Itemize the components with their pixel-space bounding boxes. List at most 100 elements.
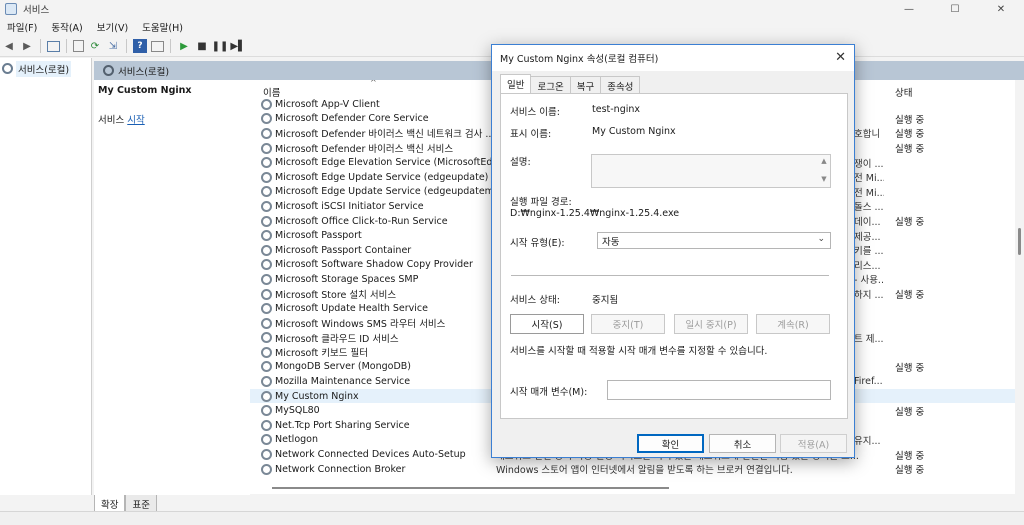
service-description-cell: 데이...	[854, 217, 881, 229]
menu-help[interactable]: 도움말(H)	[135, 20, 190, 34]
show-hide-action-pane-icon[interactable]	[151, 40, 164, 52]
gear-icon	[261, 288, 272, 300]
gear-icon	[261, 376, 272, 388]
service-description-cell: 리스...	[854, 260, 881, 272]
close-icon[interactable]: ✕	[835, 50, 846, 65]
gear-icon	[261, 390, 272, 402]
service-status-cell: 실행 중	[895, 362, 925, 374]
gear-icon	[261, 317, 272, 329]
apply-button[interactable]: 적용(A)	[780, 434, 847, 453]
gear-icon	[103, 65, 114, 76]
service-description-cell: - 사용...	[854, 275, 884, 287]
resume-button[interactable]: 계속(R)	[756, 314, 830, 334]
start-params-hint: 서비스를 시작할 때 적용할 시작 매개 변수를 지정할 수 있습니다.	[510, 346, 768, 357]
service-name-cell: Microsoft Store 설치 서비스	[275, 290, 397, 302]
console-tree-icon[interactable]	[47, 40, 60, 52]
description-field[interactable]: ▲ ▼	[591, 154, 831, 188]
menu-file[interactable]: 파일(F)	[0, 20, 44, 34]
service-name-cell: Microsoft 클라우드 ID 서비스	[275, 333, 399, 345]
properties-dialog: My Custom Nginx 속성(로컬 컴퓨터) ✕ 일반 로그온 복구 종…	[491, 44, 855, 458]
service-name-cell: Net.Tcp Port Sharing Service	[275, 419, 410, 431]
textarea-scroll-icon[interactable]: ▲ ▼	[820, 157, 828, 185]
restart-icon[interactable]: ▶▌	[230, 39, 245, 53]
scrollbar-thumb[interactable]	[1018, 228, 1021, 255]
chevron-down-icon: ⌄	[817, 234, 825, 244]
start-params-input[interactable]	[607, 380, 831, 400]
service-description-cell: 키를 ...	[854, 246, 884, 258]
back-arrow-icon[interactable]: ◀	[2, 39, 16, 53]
service-status-value: 중지됨	[592, 295, 619, 306]
play-icon[interactable]: ▶	[177, 39, 191, 53]
gear-icon	[261, 449, 272, 461]
dialog-title-bar: My Custom Nginx 속성(로컬 컴퓨터) ✕	[492, 45, 854, 71]
service-name-cell: MySQL80	[275, 405, 320, 417]
gear-icon	[261, 434, 272, 446]
table-row[interactable]: Network Connection Broker Windows 스토어 앱이 …	[250, 462, 1015, 477]
tree-item-services-local[interactable]: 서비스(로컬)	[2, 60, 91, 77]
pause-icon[interactable]: ❚❚	[212, 39, 229, 53]
export-list-icon[interactable]: ⇲	[106, 39, 120, 53]
start-params-label: 시작 매개 변수(M):	[510, 387, 588, 398]
service-status-cell: 실행 중	[895, 465, 925, 477]
exe-path-value: D:₩nginx-1.25.4₩nginx-1.25.4.exe	[510, 208, 680, 219]
refresh-icon[interactable]: ⟳	[88, 39, 102, 53]
toolbar-divider	[40, 39, 41, 53]
service-description-cell: Windows 스토어 앱이 인터넷에서 알림을 받도록 하는 브로커 연결입니…	[496, 465, 793, 477]
ok-button[interactable]: 확인	[637, 434, 704, 453]
menu-view[interactable]: 보기(V)	[90, 20, 135, 34]
gear-icon	[261, 463, 272, 475]
help-icon[interactable]: ?	[133, 39, 147, 53]
vertical-scrollbar[interactable]	[1015, 80, 1024, 495]
toolbar-divider	[126, 39, 127, 53]
selected-service-name: My Custom Nginx	[98, 85, 192, 96]
forward-arrow-icon[interactable]: ▶	[20, 39, 34, 53]
start-service-prefix: 서비스	[98, 115, 128, 126]
exe-path-label: 실행 파일 경로:	[510, 197, 572, 208]
tab-general[interactable]: 일반	[500, 74, 532, 93]
service-description-cell: 전 Mi...	[854, 187, 884, 199]
gear-icon	[261, 113, 272, 125]
service-description-cell: 호합니	[854, 129, 881, 141]
startup-type-value: 자동	[602, 236, 620, 248]
service-name-cell: Microsoft Edge Update Service (edgeupdat…	[275, 186, 498, 198]
startup-type-select[interactable]: 자동 ⌄	[597, 232, 831, 249]
start-button[interactable]: 시작(S)	[510, 314, 584, 334]
toolbar-divider	[170, 39, 171, 53]
title-bar: 서비스 — ☐ ✕	[0, 0, 1024, 18]
maximize-icon[interactable]: ☐	[932, 0, 978, 18]
tab-dependencies[interactable]: 종속성	[600, 76, 641, 93]
gear-icon	[261, 273, 272, 285]
stop-icon[interactable]: ■	[195, 39, 209, 53]
service-status-cell: 실행 중	[895, 406, 925, 418]
close-icon[interactable]: ✕	[978, 0, 1024, 18]
tab-logon[interactable]: 로그온	[530, 76, 571, 93]
service-description-cell: 쟁이 ...	[854, 158, 884, 170]
gear-icon	[261, 127, 272, 139]
toolbar-divider	[66, 39, 67, 53]
start-service-link[interactable]: 시작	[127, 115, 144, 126]
horizontal-scrollbar[interactable]	[250, 482, 1015, 494]
gear-icon	[261, 346, 272, 358]
service-description-cell: 돌스 ...	[854, 202, 884, 214]
service-description-cell: 제공...	[854, 231, 881, 243]
cancel-button[interactable]: 취소	[709, 434, 776, 453]
service-name-cell: Microsoft Office Click-to-Run Service	[275, 215, 448, 227]
gear-icon	[2, 63, 13, 74]
menu-action[interactable]: 동작(A)	[44, 20, 89, 34]
service-name-cell: Network Connection Broker	[275, 463, 406, 475]
service-status-cell: 실행 중	[895, 450, 925, 462]
properties-icon[interactable]	[73, 40, 84, 52]
minimize-icon[interactable]: —	[886, 0, 932, 18]
gear-icon	[261, 215, 272, 227]
service-name-label: 서비스 이름:	[510, 107, 560, 118]
stop-button[interactable]: 중지(T)	[591, 314, 665, 334]
description-pane: My Custom Nginx 서비스 시작	[94, 80, 250, 495]
service-name-cell: MongoDB Server (MongoDB)	[275, 361, 412, 373]
gear-icon	[261, 142, 272, 154]
dialog-tabs: 일반 로그온 복구 종속성	[500, 74, 641, 93]
scrollbar-thumb[interactable]	[272, 487, 669, 489]
pause-button[interactable]: 일시 중지(P)	[674, 314, 748, 334]
tab-recovery[interactable]: 복구	[569, 76, 602, 93]
service-status-label: 서비스 상태:	[510, 295, 560, 306]
gear-icon	[261, 332, 272, 344]
